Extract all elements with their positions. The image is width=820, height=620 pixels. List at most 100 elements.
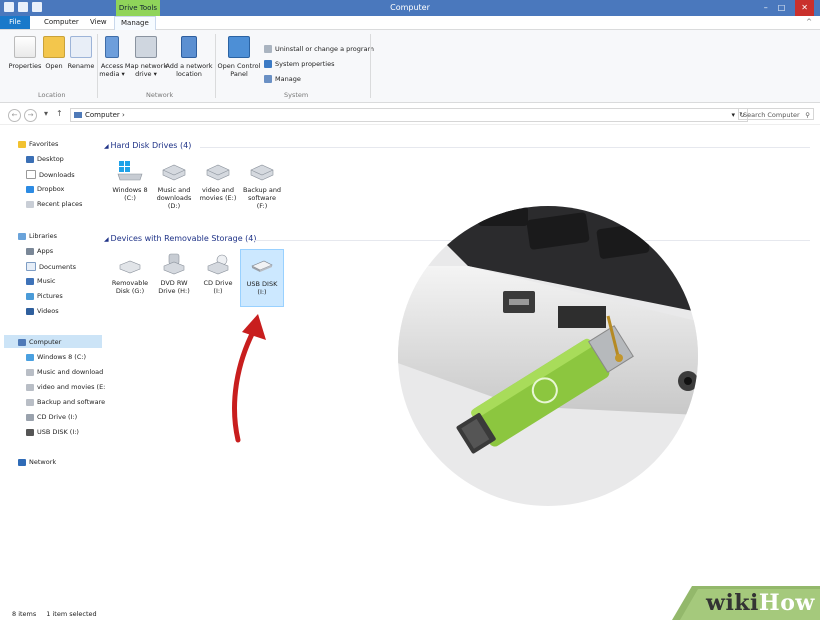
recent-locations-dropdown[interactable]: ▾ (44, 109, 48, 118)
system-properties-icon (264, 60, 272, 68)
apps-icon (26, 247, 34, 255)
properties-icon (14, 36, 36, 58)
section-removable-storage[interactable]: ◢ Devices with Removable Storage (4) (104, 234, 257, 243)
cd-drive-icon (207, 254, 229, 275)
open-control-panel-button[interactable]: Open Control Panel (218, 36, 260, 78)
nav-item-drive-e[interactable]: video and movies (E: (26, 383, 105, 391)
drive-item-h[interactable]: DVD RW Drive (H:) (152, 253, 196, 295)
hard-drive-icon (26, 368, 34, 376)
drive-item-g[interactable]: Removable Disk (G:) (108, 253, 152, 295)
cd-drive-icon (26, 413, 34, 421)
nav-item-drive-d[interactable]: Music and download (26, 368, 103, 376)
address-dropdown[interactable]: ▾ (731, 109, 735, 121)
tab-view[interactable]: View (84, 16, 113, 29)
drive-item-i-cd[interactable]: CD Drive (I:) (196, 253, 240, 295)
usb-drive-icon (26, 428, 34, 436)
nav-item-recent-places[interactable]: Recent places (26, 200, 82, 208)
star-icon (18, 140, 26, 148)
nav-network[interactable]: Network (18, 458, 56, 466)
hard-drive-icon (250, 164, 274, 181)
usb-insertion-photo (398, 206, 698, 506)
nav-item-videos[interactable]: Videos (26, 307, 59, 315)
music-icon (26, 277, 34, 285)
nav-item-downloads[interactable]: Downloads (26, 170, 75, 179)
window-title: Computer (390, 3, 430, 12)
status-item-count: 8 items (12, 610, 37, 618)
system-properties-button[interactable]: System properties (264, 60, 334, 68)
section-divider (200, 147, 810, 148)
open-button[interactable]: Open (42, 36, 66, 70)
search-icon[interactable]: ⚲ (805, 109, 810, 121)
nav-libraries[interactable]: Libraries (18, 232, 57, 240)
group-divider (370, 34, 371, 98)
computer-icon (18, 338, 26, 346)
ribbon-tabs: File Computer View Manage ^ (0, 16, 820, 30)
nav-item-desktop[interactable]: Desktop (26, 155, 64, 163)
uninstall-program-button[interactable]: Uninstall or change a program (264, 45, 374, 53)
up-arrow-icon[interactable]: ↑ (56, 109, 63, 118)
close-button[interactable]: ✕ (795, 0, 814, 16)
annotation-arrow (232, 314, 266, 443)
drive-item-d[interactable]: Music and downloads (D:) (152, 160, 196, 210)
ribbon: Properties Open Rename Location Access m… (0, 30, 820, 103)
videos-icon (26, 307, 34, 315)
computer-icon (74, 112, 82, 118)
properties-button[interactable]: Properties (9, 36, 41, 70)
folder-icon (43, 36, 65, 58)
windows-drive-icon (26, 353, 34, 361)
drive-item-c[interactable]: Windows 8 (C:) (108, 160, 152, 202)
map-network-drive-button[interactable]: Map network drive ▾ (125, 36, 167, 78)
search-input[interactable]: Search Computer ⚲ (738, 108, 814, 120)
network-drive-icon (135, 36, 157, 58)
drive-item-f[interactable]: Backup and software (F:) (240, 160, 284, 210)
downloads-icon (26, 170, 36, 179)
rename-button[interactable]: Rename (66, 36, 96, 70)
minimize-button[interactable]: – (764, 0, 768, 16)
window-controls: – □ ✕ (764, 0, 814, 16)
pictures-icon (26, 292, 34, 300)
title-bar: Drive Tools Computer – □ ✕ (0, 0, 820, 16)
nav-item-documents[interactable]: Documents (26, 262, 76, 271)
nav-computer[interactable]: Computer (18, 338, 61, 346)
network-icon (18, 458, 26, 466)
hard-drive-icon (26, 383, 34, 391)
group-label-network: Network (146, 91, 174, 99)
maximize-button[interactable]: □ (778, 0, 786, 16)
hard-drive-icon (162, 164, 186, 181)
access-media-button[interactable]: Access media ▾ (98, 36, 126, 78)
nav-favorites[interactable]: Favorites (18, 140, 58, 148)
usb-drive-icon (251, 260, 273, 272)
group-divider (215, 34, 216, 98)
nav-item-apps[interactable]: Apps (26, 247, 53, 255)
nav-item-dropbox[interactable]: Dropbox (26, 185, 64, 193)
tab-manage[interactable]: Manage (114, 16, 156, 30)
drive-item-e[interactable]: video and movies (E:) (196, 160, 240, 202)
dropbox-icon (26, 185, 34, 193)
section-hard-disk-drives[interactable]: ◢ Hard Disk Drives (4) (104, 141, 191, 150)
navigation-pane: Favorites Desktop Downloads Dropbox Rece… (0, 128, 105, 608)
address-input[interactable]: Computer › ▾ ↻ (70, 108, 748, 122)
nav-item-drive-c[interactable]: Windows 8 (C:) (26, 353, 86, 361)
collapse-ribbon-button[interactable]: ^ (806, 16, 812, 29)
status-bar: 8 items 1 item selected (12, 610, 97, 618)
recent-places-icon (26, 200, 34, 208)
tab-file[interactable]: File (0, 16, 30, 29)
nav-item-cd-drive[interactable]: CD Drive (I:) (26, 413, 77, 421)
add-network-location-button[interactable]: Add a network location (165, 36, 213, 78)
back-button[interactable]: ← (8, 109, 21, 122)
wikihow-logo: wikiHow (706, 590, 815, 616)
group-label-system: System (284, 91, 309, 99)
dvd-drive-icon (163, 253, 185, 275)
tab-computer[interactable]: Computer (38, 16, 85, 29)
drive-item-usb-disk[interactable]: USB DISK (I:) (240, 249, 284, 307)
breadcrumb[interactable]: Computer › (85, 111, 125, 119)
network-location-icon (181, 36, 197, 58)
media-icon (105, 36, 119, 58)
nav-item-pictures[interactable]: Pictures (26, 292, 63, 300)
forward-button[interactable]: → (24, 109, 37, 122)
manage-button[interactable]: Manage (264, 75, 301, 83)
nav-item-drive-f[interactable]: Backup and software (26, 398, 105, 406)
manage-icon (264, 75, 272, 83)
nav-item-music[interactable]: Music (26, 277, 56, 285)
nav-item-usb-disk[interactable]: USB DISK (I:) (26, 428, 79, 436)
